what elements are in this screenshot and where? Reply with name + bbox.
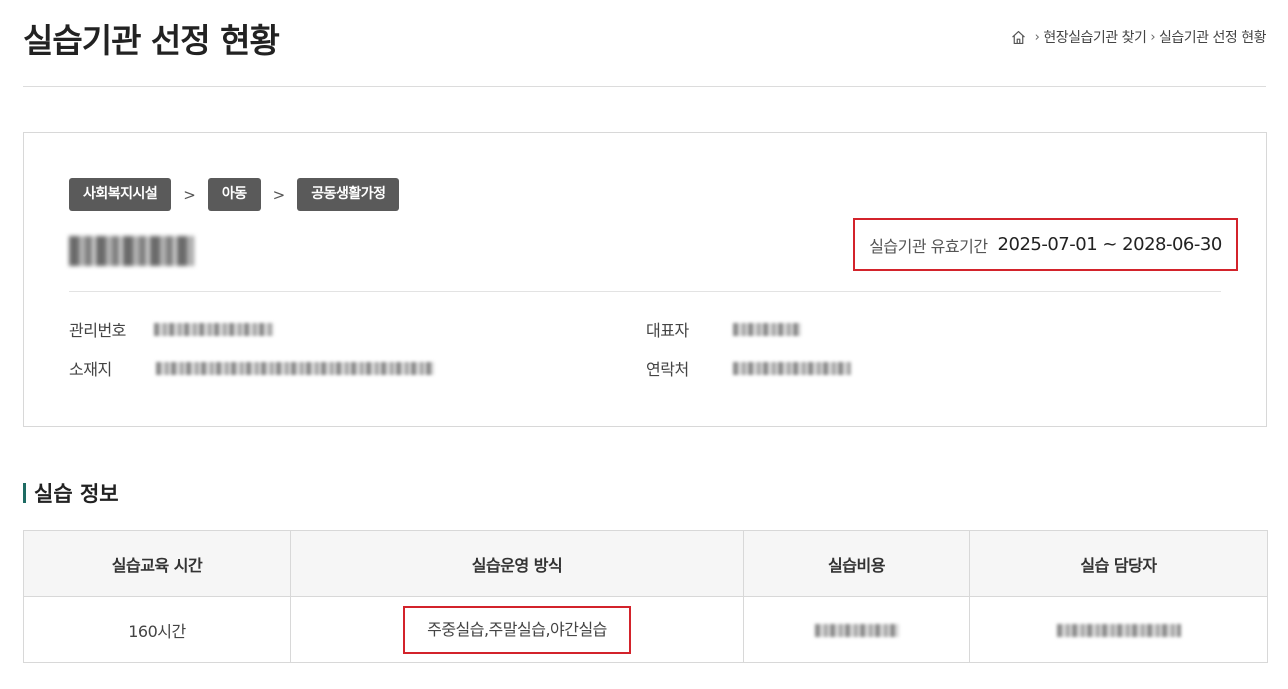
validity-period-highlight: 실습기관 유효기간 2025-07-01 ~ 2028-06-30 <box>853 218 1238 271</box>
chevron-right-icon: › <box>1034 29 1040 45</box>
representative-label: 대표자 <box>646 321 689 340</box>
location-label: 소재지 <box>69 360 112 379</box>
manager-cell <box>969 596 1268 663</box>
category-badge-child: 아동 <box>207 178 261 211</box>
breadcrumb-item-current[interactable]: 실습기관 선정 현황 <box>1159 27 1266 47</box>
representative-redacted <box>732 322 801 336</box>
chevron-right-icon: › <box>1150 29 1156 45</box>
category-badge-group-home: 공동생활가정 <box>297 178 400 211</box>
table-header-row: 실습교육 시간 실습운영 방식 실습비용 실습 담당자 <box>23 530 1268 597</box>
section-marker <box>23 483 26 503</box>
column-header-hours: 실습교육 시간 <box>23 530 291 597</box>
column-header-manager: 실습 담당자 <box>969 530 1268 597</box>
operation-cell: 주중실습,주말실습,야간실습 <box>290 596 744 663</box>
section-title-practice: 실습 정보 <box>23 478 119 508</box>
page-title: 실습기관 선정 현황 <box>23 21 280 60</box>
operation-highlight: 주중실습,주말실습,야간실습 <box>403 605 631 654</box>
contact-row: 연락처 <box>646 356 851 380</box>
practice-info-table: 실습교육 시간 실습운영 방식 실습비용 실습 담당자 160시간 주중실습,주… <box>23 530 1268 663</box>
breadcrumb: › 현장실습기관 찾기 › 실습기관 선정 현황 <box>1010 27 1266 47</box>
management-number-row: 관리번호 <box>69 317 274 341</box>
contact-redacted <box>732 361 851 375</box>
management-number-redacted <box>153 322 274 336</box>
category-path: 사회복지시설 > 아동 > 공동생활가정 <box>69 178 400 211</box>
institution-info-box: 사회복지시설 > 아동 > 공동생활가정 실습기관 유효기간 2025-07-0… <box>23 132 1267 427</box>
contact-label: 연락처 <box>646 360 689 379</box>
table-row: 160시간 주중실습,주말실습,야간실습 <box>23 596 1268 663</box>
validity-label: 실습기관 유효기간 <box>869 236 988 256</box>
manager-redacted <box>1056 624 1181 637</box>
home-icon[interactable] <box>1010 29 1027 46</box>
column-header-cost: 실습비용 <box>743 530 970 597</box>
management-number-label: 관리번호 <box>69 321 126 340</box>
chevron-right-icon: > <box>183 185 196 204</box>
representative-row: 대표자 <box>646 317 801 341</box>
location-redacted <box>155 361 434 375</box>
cost-cell <box>743 596 970 663</box>
section-title-text: 실습 정보 <box>34 482 119 506</box>
hours-cell: 160시간 <box>23 596 291 663</box>
category-badge-facility: 사회복지시설 <box>69 178 172 211</box>
breadcrumb-item-find[interactable]: 현장실습기관 찾기 <box>1043 27 1147 47</box>
title-divider <box>23 86 1266 87</box>
chevron-right-icon: > <box>272 185 286 204</box>
info-divider <box>69 291 1221 292</box>
location-row: 소재지 <box>69 356 434 380</box>
validity-value: 2025-07-01 ~ 2028-06-30 <box>997 234 1223 255</box>
column-header-operation: 실습운영 방식 <box>290 530 744 597</box>
cost-redacted <box>814 624 899 637</box>
institution-name-redacted <box>69 236 194 266</box>
